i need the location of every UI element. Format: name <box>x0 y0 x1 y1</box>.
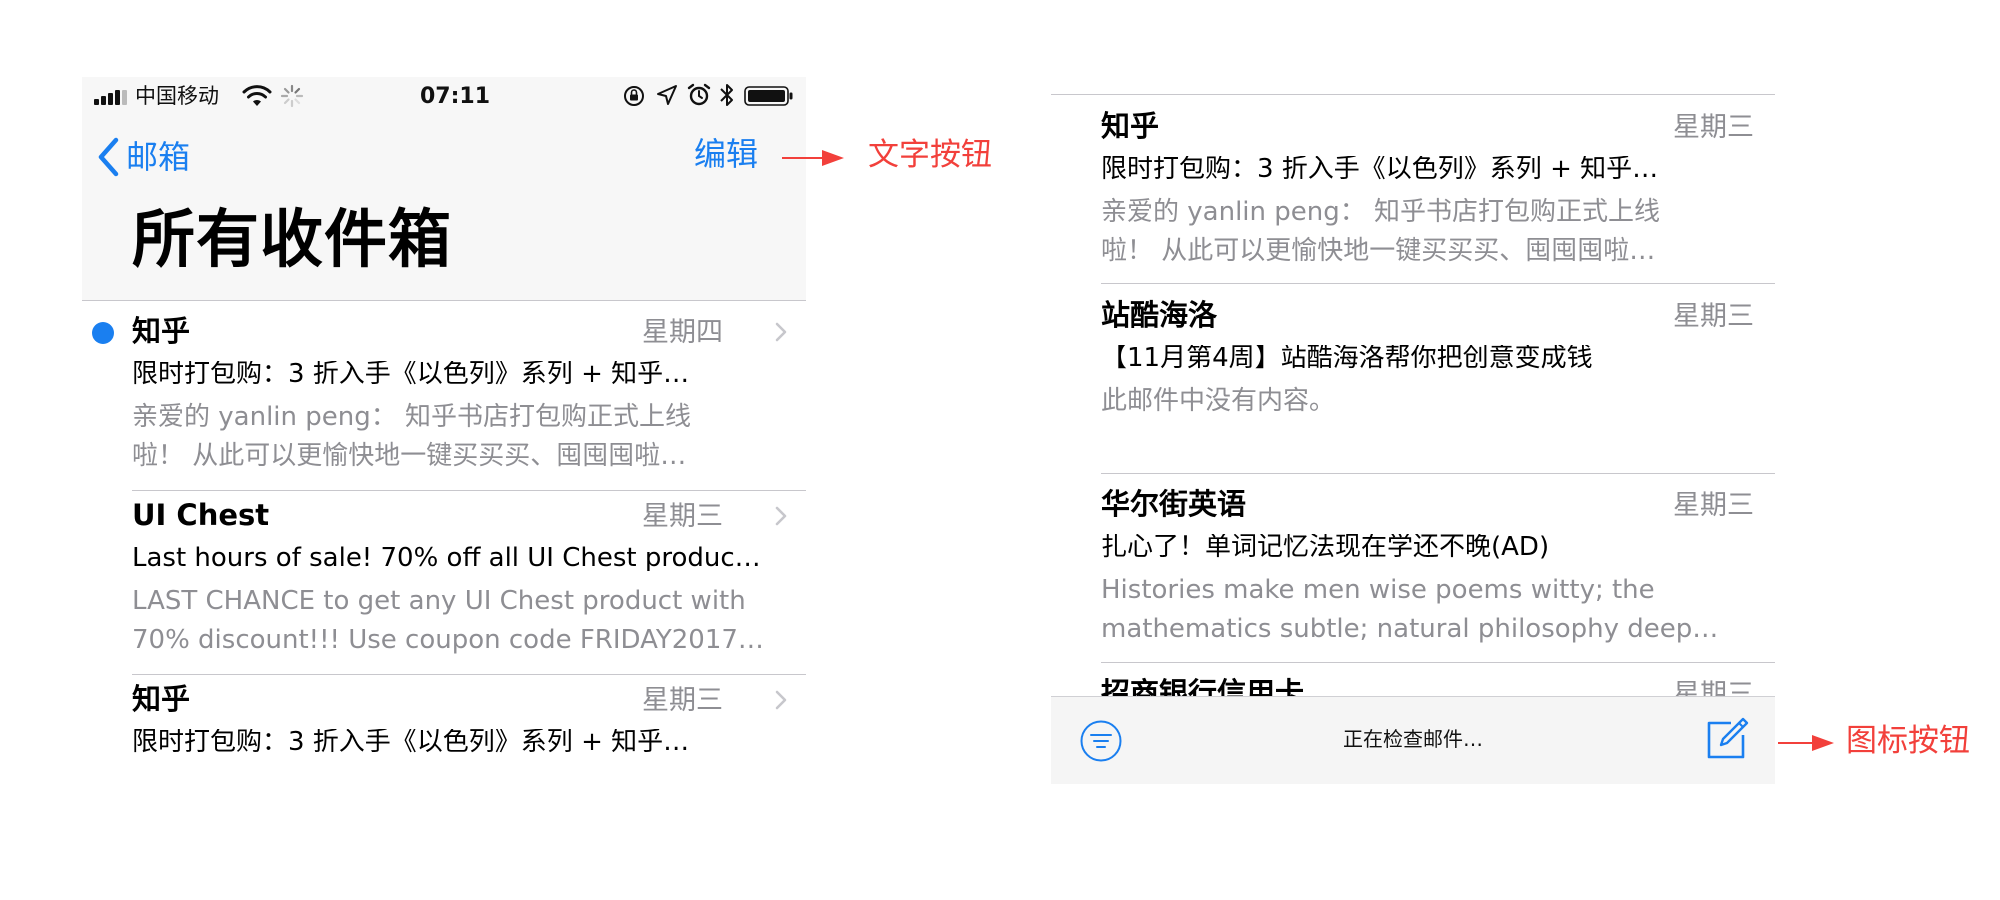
mail-preview: 此邮件中没有内容。 <box>1101 386 1336 416</box>
wifi-icon <box>242 85 272 106</box>
annotation-arrow-head <box>822 150 844 166</box>
mail-list-item[interactable]: 站酷海洛 星期三 【11月第4周】站酷海洛帮你把创意变成钱 此邮件中没有内容。 <box>1101 301 1775 471</box>
mail-list-item[interactable]: 知乎 星期三 限时打包购：3 折入手《以色列》系列 + 知乎… <box>132 685 806 780</box>
mail-check-status: 正在检查邮件… <box>1343 727 1483 751</box>
text-button-annotation: 文字按钮 <box>868 137 992 173</box>
mail-subject: 限时打包购：3 折入手《以色列》系列 + 知乎… <box>1101 156 1659 182</box>
carrier-label: 中国移动 <box>135 84 219 108</box>
annotation-arrow-line <box>1778 742 1814 744</box>
mail-list-item[interactable]: 华尔街英语 星期三 扎心了！单词记忆法现在学还不晚(AD) Histories … <box>1101 490 1775 660</box>
chevron-right-icon <box>775 322 787 342</box>
mail-subject: 限时打包购：3 折入手《以色列》系列 + 知乎… <box>132 729 690 755</box>
mail-preview: Histories make men wise poems witty; the… <box>1101 575 1719 644</box>
mail-sender: 知乎 <box>132 682 191 716</box>
mail-list-item[interactable]: 知乎 星期三 限时打包购：3 折入手《以色列》系列 + 知乎… 亲爱的 yanl… <box>1101 112 1775 282</box>
bottom-toolbar: 正在检查邮件… <box>1051 696 1775 784</box>
mail-list-item[interactable]: UI Chest 星期三 Last hours of sale! 70% off… <box>132 501 806 671</box>
chevron-right-icon <box>775 690 787 710</box>
status-time: 07:11 <box>420 84 491 109</box>
header-divider <box>82 300 806 301</box>
alarm-clock-icon <box>687 83 711 106</box>
mail-sender: 知乎 <box>132 314 191 348</box>
row-separator <box>1101 283 1775 284</box>
mail-date: 星期三 <box>1673 112 1754 143</box>
mail-list-item[interactable]: 知乎 星期四 限时打包购：3 折入手《以色列》系列 + 知乎… 亲爱的 yanl… <box>132 317 806 487</box>
left-phone-screen: 中国移动 07:11 邮箱 编辑 所有收件箱 知乎 星期四 限时打包购：3 折入… <box>82 77 806 780</box>
mail-date: 星期三 <box>642 685 723 716</box>
row-separator <box>1101 473 1775 474</box>
annotation-arrow-line <box>782 157 824 159</box>
back-to-mailboxes-button[interactable]: 邮箱 <box>96 133 190 181</box>
mail-sender: UI Chest <box>132 498 270 532</box>
row-separator <box>1051 94 1775 95</box>
activity-spinner-icon <box>280 84 304 108</box>
mail-sender: 站酷海洛 <box>1101 298 1218 332</box>
edit-button[interactable]: 编辑 <box>694 138 758 170</box>
chevron-left-icon <box>98 137 119 177</box>
compose-icon[interactable] <box>1703 715 1751 763</box>
mail-sender: 知乎 <box>1101 109 1160 143</box>
mail-subject: Last hours of sale! 70% off all UI Chest… <box>132 545 761 571</box>
navigation-header: 中国移动 07:11 邮箱 编辑 所有收件箱 <box>82 77 806 301</box>
right-phone-screen: 知乎 星期三 限时打包购：3 折入手《以色列》系列 + 知乎… 亲爱的 yanl… <box>1051 94 1775 784</box>
mail-date: 星期三 <box>1673 301 1754 332</box>
mail-date: 星期三 <box>642 501 723 532</box>
chevron-right-icon <box>775 506 787 526</box>
row-separator <box>132 490 806 491</box>
bluetooth-icon <box>720 84 733 106</box>
unread-indicator <box>92 322 114 344</box>
mail-subject: 限时打包购：3 折入手《以色列》系列 + 知乎… <box>132 361 690 387</box>
row-separator <box>132 674 806 675</box>
mail-preview: 亲爱的 yanlin peng： 知乎书店打包购正式上线 啦！ 从此可以更愉快地… <box>1101 197 1661 266</box>
mail-date: 星期四 <box>642 317 723 348</box>
back-button-label: 邮箱 <box>126 138 191 176</box>
mail-subject: 扎心了！单词记忆法现在学还不晚(AD) <box>1101 534 1550 560</box>
rotation-lock-icon <box>624 86 644 106</box>
mail-subject: 【11月第4周】站酷海洛帮你把创意变成钱 <box>1101 345 1593 371</box>
mail-sender: 华尔街英语 <box>1101 487 1247 521</box>
mail-preview: LAST CHANCE to get any UI Chest product … <box>132 586 764 655</box>
mail-preview: 亲爱的 yanlin peng： 知乎书店打包购正式上线 啦！ 从此可以更愉快地… <box>132 402 692 471</box>
row-separator <box>1101 662 1775 663</box>
page-title: 所有收件箱 <box>132 203 452 276</box>
icon-button-annotation: 图标按钮 <box>1846 723 1970 759</box>
signal-strength-icon <box>94 89 128 105</box>
location-arrow-icon <box>657 85 677 105</box>
annotation-arrow-head <box>1812 735 1834 751</box>
battery-icon <box>744 86 793 106</box>
mail-date: 星期三 <box>1673 490 1754 521</box>
